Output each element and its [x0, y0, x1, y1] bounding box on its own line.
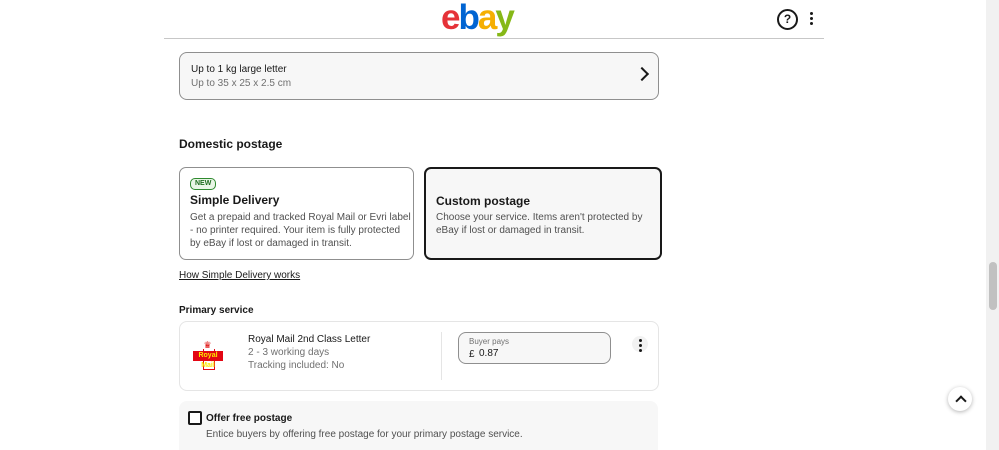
- offer-free-postage-checkbox[interactable]: [188, 411, 202, 425]
- scroll-to-top-button[interactable]: [948, 387, 972, 411]
- royal-mail-logo-text: Royal Mail: [193, 351, 223, 369]
- simple-delivery-desc-line: by eBay if lost or damaged in transit.: [190, 238, 352, 249]
- simple-delivery-desc-line: - no printer required. Your item is full…: [190, 225, 401, 236]
- divider: [441, 332, 442, 380]
- currency-symbol: £: [469, 349, 475, 360]
- header-divider: [164, 38, 824, 39]
- package-size-selector[interactable]: Up to 1 kg large letter Up to 35 x 25 x …: [179, 52, 659, 100]
- page-scrollbar-thumb[interactable]: [989, 262, 997, 310]
- offer-free-postage-label[interactable]: Offer free postage: [206, 413, 292, 424]
- service-delivery-time: 2 - 3 working days: [248, 347, 330, 358]
- logo-letter-b: b: [458, 0, 479, 37]
- package-size-title: Up to 1 kg large letter: [191, 64, 287, 75]
- simple-delivery-desc-line: Get a prepaid and tracked Royal Mail or …: [190, 212, 411, 223]
- logo-letter-e: e: [441, 0, 461, 37]
- domestic-postage-heading: Domestic postage: [179, 137, 283, 151]
- help-icon[interactable]: ?: [777, 9, 798, 30]
- custom-postage-option[interactable]: Custom postage Choose your service. Item…: [424, 167, 662, 260]
- custom-postage-desc-line: Choose your service. Items aren't protec…: [436, 212, 643, 223]
- buyer-pays-input[interactable]: [479, 348, 599, 359]
- ebay-logo[interactable]: ebay: [441, 0, 515, 37]
- chevron-right-icon: [634, 66, 650, 82]
- more-options-icon[interactable]: [806, 10, 816, 26]
- primary-service-card: ♛ Royal Mail Royal Mail 2nd Class Letter…: [179, 321, 659, 391]
- service-name: Royal Mail 2nd Class Letter: [248, 334, 371, 345]
- how-simple-delivery-works-link[interactable]: How Simple Delivery works: [179, 270, 300, 281]
- page-scrollbar-track[interactable]: [986, 0, 999, 450]
- simple-delivery-title: Simple Delivery: [190, 193, 280, 207]
- buyer-pays-label: Buyer pays: [469, 337, 510, 346]
- free-postage-section: Offer free postage Entice buyers by offe…: [179, 401, 658, 450]
- new-badge: NEW: [190, 178, 217, 190]
- logo-letter-y: y: [495, 0, 515, 37]
- custom-postage-title: Custom postage: [436, 194, 531, 208]
- chevron-up-icon: [955, 395, 967, 407]
- custom-postage-desc-line: eBay if lost or damaged in transit.: [436, 225, 585, 236]
- service-more-options-icon[interactable]: [632, 336, 648, 352]
- buyer-pays-field[interactable]: Buyer pays £: [458, 332, 611, 364]
- offer-free-postage-description: Entice buyers by offering free postage f…: [206, 429, 523, 440]
- crown-icon: ♛: [203, 340, 212, 350]
- logo-letter-a: a: [477, 0, 498, 37]
- royal-mail-logo: ♛ Royal Mail: [193, 340, 223, 370]
- primary-service-heading: Primary service: [179, 305, 254, 316]
- package-size-dimensions: Up to 35 x 25 x 2.5 cm: [191, 78, 292, 89]
- service-tracking: Tracking included: No: [248, 360, 345, 371]
- simple-delivery-option[interactable]: NEW Simple Delivery Get a prepaid and tr…: [179, 167, 414, 260]
